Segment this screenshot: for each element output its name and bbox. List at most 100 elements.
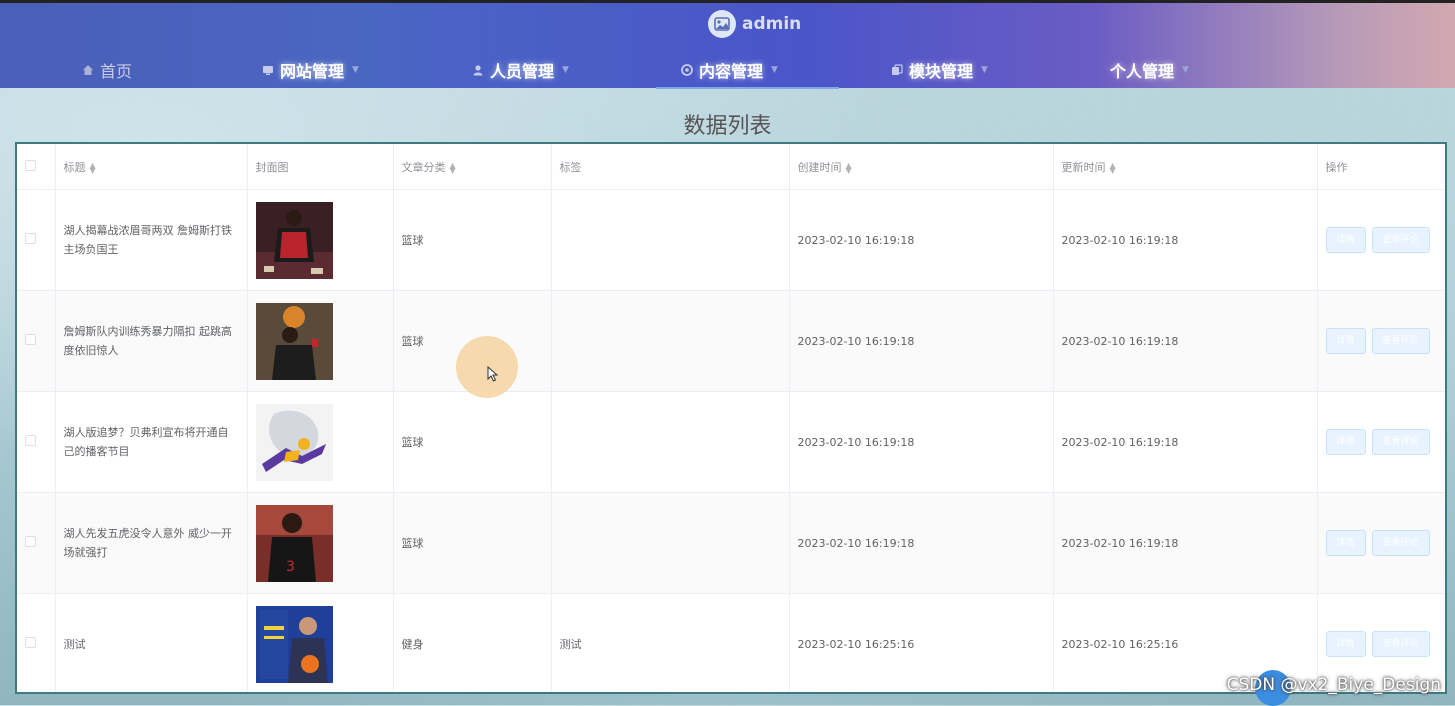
table-header-row: 标题 ▲ ▼ 封面图 文章分类 ▲ ▼ 标签 创建时间 ▲ ▼ 更新时间 ▲ ▼ 操作 [17,144,1445,190]
chevron-down-icon: ▼ [1182,65,1189,75]
nav-personnel-management-label: 人员管理 [490,62,555,81]
table-row: 湖人版追梦？贝弗利宣布将开通自己的播客节目 篮球 2023-02-10 16:1… [17,391,1445,493]
updated-time-cell: 2023-02-10 16:19:18 [1053,391,1318,493]
home-icon [83,65,93,75]
detail-button[interactable]: 详情 [1325,631,1366,657]
tag-cell [551,492,790,594]
tag-cell [551,189,790,291]
tag-cell: 测试 [551,593,790,692]
nav-content-management[interactable]: 内容管理 ▼ [681,55,778,85]
created-time-cell: 2023-02-10 16:25:16 [789,593,1054,692]
cover-thumbnail-image [255,605,333,683]
detail-button[interactable]: 详情 [1325,227,1366,253]
select-all-checkbox[interactable] [25,159,36,171]
row-select-cell[interactable] [17,492,56,594]
row-checkbox[interactable] [25,637,36,648]
column-header-label: 更新时间 [1061,160,1106,174]
nav-home[interactable]: 首页 [82,55,132,85]
nav-personal-management-label: 个人管理 [1110,62,1175,81]
column-header-label: 操作 [1325,160,1348,174]
row-select-cell[interactable] [17,189,56,291]
header-select-all[interactable] [17,144,56,190]
page-title: 数据列表 [683,114,772,139]
actions-cell: 详情 查看评论 [1317,189,1445,291]
row-checkbox[interactable] [25,233,36,244]
sort-icon[interactable]: ▲ ▼ [90,161,96,174]
created-time-cell: 2023-02-10 16:19:18 [789,290,1054,392]
view-comments-button[interactable]: 查看评论 [1371,328,1430,354]
column-header-updated[interactable]: 更新时间 ▲ ▼ [1053,144,1318,190]
nav-personnel-management[interactable]: 人员管理 ▼ [472,55,569,85]
created-time-cell: 2023-02-10 16:19:18 [789,391,1054,493]
updated-time-cell: 2023-02-10 16:19:18 [1053,290,1318,392]
title-cell: 测试 [55,593,248,692]
title-cell: 湖人先发五虎没令人意外 威少一开场就强打 [55,492,248,594]
column-header-created[interactable]: 创建时间 ▲ ▼ [789,144,1054,190]
row-select-cell[interactable] [17,391,56,493]
module-icon [892,64,903,75]
category-cell: 健身 [393,593,552,692]
monitor-icon [263,66,273,75]
view-comments-button[interactable]: 查看评论 [1371,631,1430,657]
row-select-cell[interactable] [17,290,56,392]
nav-home-label: 首页 [100,62,133,81]
chevron-down-icon: ▼ [981,65,988,75]
user-icon [473,65,483,76]
tag-cell [551,290,790,392]
mouse-cursor-icon [487,366,499,382]
username: admin [742,14,802,34]
nav-module-management-label: 模块管理 [909,62,974,81]
actions-cell: 详情 查看评论 [1317,290,1445,392]
user-brand[interactable]: admin [708,9,801,39]
sort-icon[interactable]: ▲ ▼ [1110,161,1116,174]
cover-thumbnail-image [255,201,333,279]
sort-icon[interactable]: ▲ ▼ [450,161,456,174]
nav-personal-management[interactable]: 个人管理 ▼ [1110,55,1189,85]
cover-cell [247,593,394,692]
avatar-image-icon [708,10,736,38]
cover-cell [247,189,394,291]
top-navbar: admin 首页 网站管理 ▼ 人员管理 ▼ 内容管理 ▼ 模块管理 ▼ 个人管… [0,0,1455,89]
column-header-category[interactable]: 文章分类 ▲ ▼ [393,144,552,190]
main-nav: 首页 网站管理 ▼ 人员管理 ▼ 内容管理 ▼ 模块管理 ▼ 个人管理 ▼ [0,55,1455,87]
row-select-cell[interactable] [17,593,56,692]
article-title: 湖人先发五虎没令人意外 威少一开场就强打 [63,527,233,559]
title-cell: 詹姆斯队内训练秀暴力隔扣 起跳高度依旧惊人 [55,290,248,392]
data-table: 标题 ▲ ▼ 封面图 文章分类 ▲ ▼ 标签 创建时间 ▲ ▼ 更新时间 ▲ ▼ 操作 湖人揭幕… [15,142,1447,694]
cover-cell: 3 [247,492,394,594]
table-row: 湖人先发五虎没令人意外 威少一开场就强打 3 篮球 2023-02-10 16:… [17,492,1445,594]
column-header-tag: 标签 [551,144,790,190]
nav-module-management[interactable]: 模块管理 ▼ [891,55,988,85]
detail-button[interactable]: 详情 [1325,429,1366,455]
watermark: CSDN @vx2_Biye_Design [1226,675,1441,695]
actions-cell: 详情 查看评论 [1317,492,1445,594]
cover-thumbnail-image [255,302,333,380]
chevron-down-icon: ▼ [771,65,778,75]
view-comments-button[interactable]: 查看评论 [1371,429,1430,455]
article-title: 湖人揭幕战浓眉哥两双 詹姆斯打铁主场负国王 [63,224,233,256]
title-cell: 湖人揭幕战浓眉哥两双 詹姆斯打铁主场负国王 [55,189,248,291]
row-checkbox[interactable] [25,536,36,547]
title-cell: 湖人版追梦？贝弗利宣布将开通自己的播客节目 [55,391,248,493]
column-header-title[interactable]: 标题 ▲ ▼ [55,144,248,190]
detail-button[interactable]: 详情 [1325,328,1366,354]
column-header-actions: 操作 [1317,144,1445,190]
created-time-cell: 2023-02-10 16:19:18 [789,492,1054,594]
view-comments-button[interactable]: 查看评论 [1371,530,1430,556]
detail-button[interactable]: 详情 [1325,530,1366,556]
sort-icon[interactable]: ▲ ▼ [846,161,852,174]
column-header-label: 封面图 [255,160,289,174]
view-comments-button[interactable]: 查看评论 [1371,227,1430,253]
row-checkbox[interactable] [25,334,36,345]
column-header-label: 标题 [63,160,86,174]
column-header-label: 文章分类 [401,160,446,174]
updated-time-cell: 2023-02-10 16:19:18 [1053,189,1318,291]
table-row: 湖人揭幕战浓眉哥两双 詹姆斯打铁主场负国王 篮球 2023-02-10 16:1… [17,189,1445,291]
nav-website-management[interactable]: 网站管理 ▼ [262,55,359,85]
chevron-down-icon: ▼ [562,65,569,75]
nav-content-management-label: 内容管理 [699,62,764,81]
active-nav-indicator [656,87,839,89]
category-cell: 篮球 [393,189,552,291]
row-checkbox[interactable] [25,435,36,446]
cover-thumbnail-image: 3 [255,504,333,582]
